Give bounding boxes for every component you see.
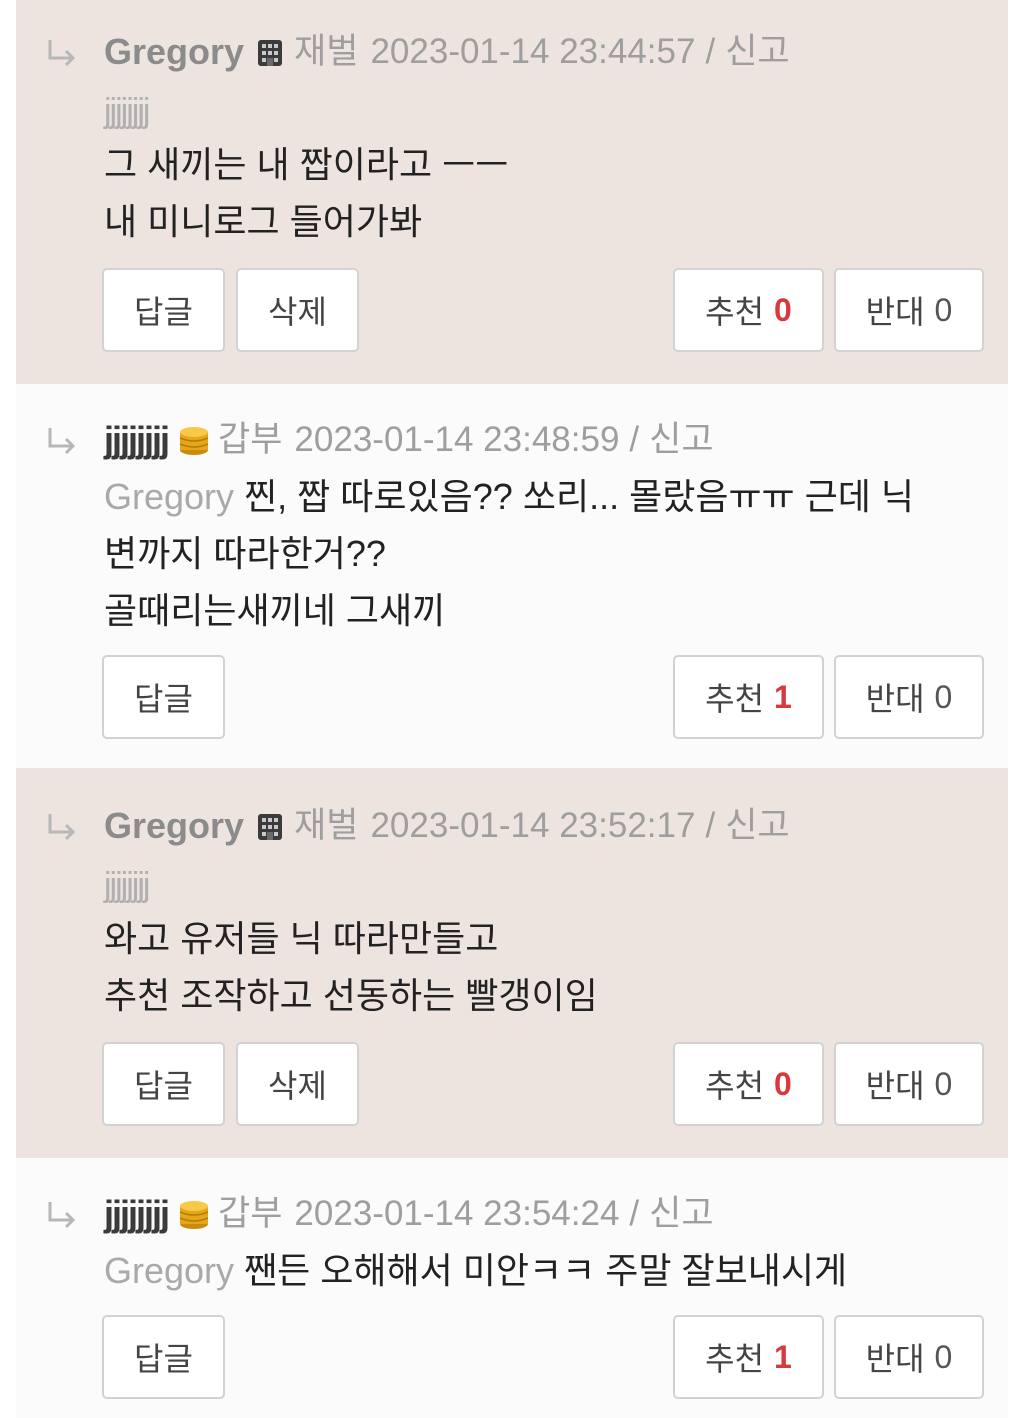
recommend-count: 0 <box>774 291 792 328</box>
report-link[interactable]: 신고 <box>725 30 789 74</box>
comment-item: jjjjjjjj 갑부 2023-01-14 23:54:24 / 신고 Gre… <box>16 1158 1008 1418</box>
recommend-button[interactable]: 추천 1 <box>673 655 824 739</box>
recommend-label: 추천 <box>705 681 765 717</box>
recommend-label: 추천 <box>705 294 765 330</box>
comment-line: 추천 조작하고 선동하는 빨갱이임 <box>104 975 598 1016</box>
delete-button-label: 삭제 <box>268 1068 327 1104</box>
comment-body: 그 새끼는 내 짭이라고 ㅡㅡ 내 미니로그 들어가봐 <box>104 136 968 250</box>
reply-target: Gregory <box>104 1250 235 1291</box>
comment-timestamp: 2023-01-14 23:54:24 <box>294 1194 620 1233</box>
reply-button[interactable]: 답글 <box>102 1315 225 1399</box>
oppose-button[interactable]: 반대 0 <box>834 1315 984 1399</box>
comment-header: Gregory 재벌 2023-01-14 23:44:57 / 신고 <box>104 30 988 74</box>
recommend-count: 0 <box>774 1065 792 1102</box>
reply-target: Gregory <box>104 476 235 517</box>
recommend-button[interactable]: 추천 0 <box>673 268 824 352</box>
reply-arrow-icon <box>42 1196 82 1236</box>
recommend-label: 추천 <box>705 1068 765 1104</box>
delete-button[interactable]: 삭제 <box>236 1042 359 1126</box>
user-rank: 갑부 <box>218 420 283 459</box>
user-rank: 갑부 <box>218 1194 283 1233</box>
reply-button[interactable]: 답글 <box>102 1042 225 1126</box>
comment-item: Gregory 재벌 2023-01-14 23:44:57 / 신고 jjjj… <box>16 0 1008 384</box>
coin-icon <box>176 422 212 458</box>
comment-item: Gregory 재벌 2023-01-14 23:52:17 / 신고 jjjj… <box>16 768 1008 1158</box>
comment-header: jjjjjjjj 갑부 2023-01-14 23:48:59 / 신고 <box>104 418 988 462</box>
comment-line: 와고 유저들 닉 따라만들고 <box>104 918 499 959</box>
building-icon <box>252 808 288 844</box>
comment-thread: Gregory 재벌 2023-01-14 23:44:57 / 신고 jjjj… <box>0 0 1024 1418</box>
oppose-count: 0 <box>934 678 953 715</box>
comment-line: 찐, 짭 따로있음?? 쏘리... 몰랐음ㅠㅠ 근데 닉 <box>244 476 915 517</box>
report-link[interactable]: 신고 <box>649 418 713 462</box>
report-link[interactable]: 신고 <box>725 804 789 848</box>
comment-body: Gregory 짼든 오해해서 미안ㅋㅋ 주말 잘보내시게 <box>104 1242 968 1299</box>
recommend-label: 추천 <box>705 1341 765 1377</box>
comment-header: jjjjjjjj 갑부 2023-01-14 23:54:24 / 신고 <box>104 1192 988 1236</box>
coin-icon <box>176 1196 212 1232</box>
reply-button-label: 답글 <box>134 1068 193 1104</box>
oppose-count: 0 <box>934 291 953 328</box>
comment-header: Gregory 재벌 2023-01-14 23:52:17 / 신고 <box>104 804 988 848</box>
oppose-count: 0 <box>934 1065 953 1102</box>
oppose-label: 반대 <box>865 1341 925 1377</box>
comment-timestamp: 2023-01-14 23:48:59 <box>294 420 620 459</box>
comment-author[interactable]: jjjjjjjj <box>104 418 170 462</box>
comment-author[interactable]: Gregory <box>104 804 244 848</box>
separator: / <box>705 806 716 845</box>
oppose-label: 반대 <box>865 294 925 330</box>
report-link[interactable]: 신고 <box>649 1192 713 1236</box>
comment-body: Gregory 찐, 짭 따로있음?? 쏘리... 몰랐음ㅠㅠ 근데 닉 변까지… <box>104 468 968 639</box>
oppose-label: 반대 <box>865 1068 925 1104</box>
delete-button-label: 삭제 <box>268 294 327 330</box>
reply-button[interactable]: 답글 <box>102 655 225 739</box>
comment-author[interactable]: Gregory <box>104 30 244 74</box>
reply-button[interactable]: 답글 <box>102 268 225 352</box>
reply-target: jjjjjjjj <box>104 92 150 130</box>
comment-item: jjjjjjjj 갑부 2023-01-14 23:48:59 / 신고 Gre… <box>16 384 1008 768</box>
oppose-button[interactable]: 반대 0 <box>834 1042 984 1126</box>
separator: / <box>629 420 640 459</box>
separator: / <box>705 32 716 71</box>
oppose-button[interactable]: 반대 0 <box>834 655 984 739</box>
building-icon <box>252 34 288 70</box>
reply-target: jjjjjjjj <box>104 866 150 904</box>
comment-line: 변까지 따라한거?? <box>104 533 386 574</box>
comment-timestamp: 2023-01-14 23:44:57 <box>370 32 696 71</box>
recommend-button[interactable]: 추천 1 <box>673 1315 824 1399</box>
user-rank: 재벌 <box>294 32 359 71</box>
user-rank: 재벌 <box>294 806 359 845</box>
delete-button[interactable]: 삭제 <box>236 268 359 352</box>
comment-body: 와고 유저들 닉 따라만들고 추천 조작하고 선동하는 빨갱이임 <box>104 910 968 1024</box>
comment-timestamp: 2023-01-14 23:52:17 <box>370 806 696 845</box>
comment-line: 짼든 오해해서 미안ㅋㅋ 주말 잘보내시게 <box>244 1250 848 1291</box>
reply-button-label: 답글 <box>134 294 193 330</box>
recommend-count: 1 <box>774 1338 792 1375</box>
comment-line: 그 새끼는 내 짭이라고 ㅡㅡ <box>104 144 509 185</box>
reply-arrow-icon <box>42 422 82 462</box>
comment-line: 내 미니로그 들어가봐 <box>104 201 423 242</box>
recommend-button[interactable]: 추천 0 <box>673 1042 824 1126</box>
oppose-count: 0 <box>934 1338 953 1375</box>
reply-button-label: 답글 <box>134 681 193 717</box>
separator: / <box>629 1194 640 1233</box>
comment-line: 골때리는새끼네 그새끼 <box>104 590 446 631</box>
reply-button-label: 답글 <box>134 1341 193 1377</box>
oppose-button[interactable]: 반대 0 <box>834 268 984 352</box>
recommend-count: 1 <box>774 678 792 715</box>
comment-author[interactable]: jjjjjjjj <box>104 1192 170 1236</box>
reply-arrow-icon <box>42 808 82 848</box>
reply-arrow-icon <box>42 34 82 74</box>
oppose-label: 반대 <box>865 681 925 717</box>
